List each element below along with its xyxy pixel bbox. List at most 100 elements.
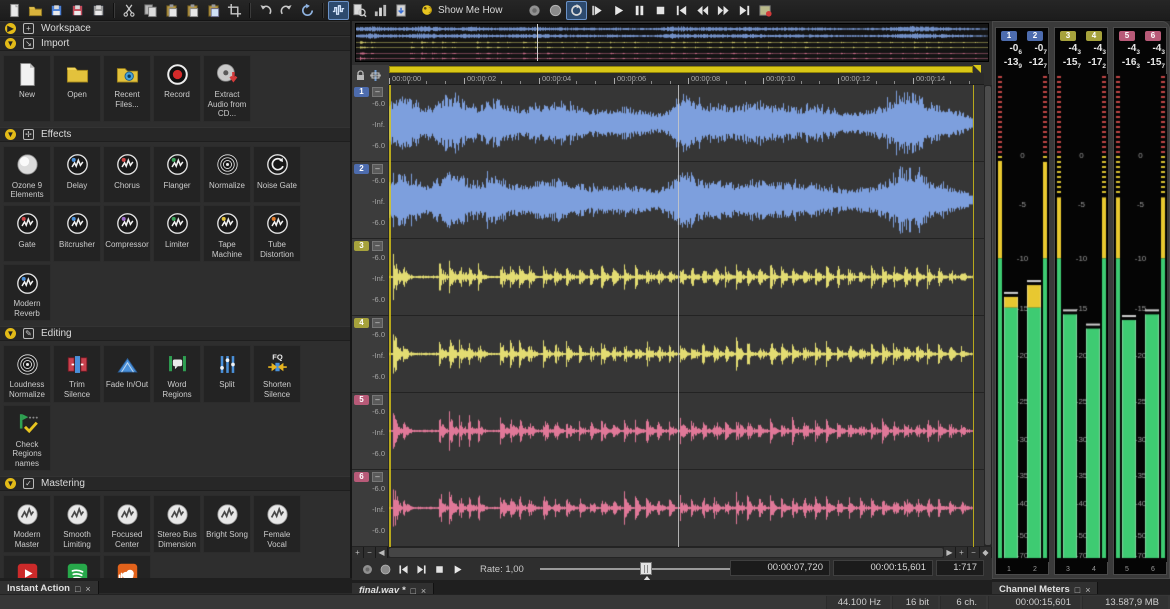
stop-icon[interactable] xyxy=(650,1,671,20)
record-icon[interactable] xyxy=(545,1,566,20)
waveform-canvas[interactable] xyxy=(389,316,984,392)
action-tile-delay[interactable]: Delay xyxy=(53,146,101,203)
rms-value[interactable]: -157 xyxy=(1056,57,1081,70)
rms-value[interactable]: -163 xyxy=(1115,57,1140,70)
redo-icon[interactable] xyxy=(276,1,297,20)
peak-value[interactable]: -06 xyxy=(997,43,1022,56)
show-me-how-button[interactable]: Show Me How xyxy=(412,1,510,20)
rewind-icon[interactable] xyxy=(692,1,713,20)
action-tile-open[interactable]: Open xyxy=(53,55,101,122)
selection-end-marker[interactable] xyxy=(973,65,981,73)
channel-row-4[interactable]: 4–-6.0-Inf.-6.0 xyxy=(352,316,984,393)
zoom-ratio-display[interactable]: 1:717 xyxy=(936,560,984,576)
section-header-editing[interactable]: ▼✎Editing xyxy=(0,326,350,341)
rms-value[interactable]: -172 xyxy=(1081,57,1106,70)
peak-value[interactable]: -43 xyxy=(1081,43,1106,56)
play-from-cursor-icon[interactable] xyxy=(587,1,608,20)
action-tile-chorus[interactable]: Chorus xyxy=(103,146,151,203)
stop-icon[interactable] xyxy=(430,561,448,577)
section-header-effects[interactable]: ▼✢Effects xyxy=(0,127,350,142)
action-tile-record[interactable]: Record xyxy=(153,55,201,122)
action-tile-check-regions-names[interactable]: Check Regions names xyxy=(3,405,51,472)
peak-value[interactable]: -43 xyxy=(1115,43,1140,56)
action-tile-spotify[interactable]: Spotify xyxy=(53,555,101,579)
vertical-scrollbar[interactable] xyxy=(984,85,992,547)
action-tile-bright-song[interactable]: Bright Song xyxy=(203,495,251,552)
zoom-tool-icon[interactable] xyxy=(349,1,370,20)
file-overview-strip[interactable] xyxy=(355,23,989,62)
waveform-canvas[interactable] xyxy=(389,470,984,546)
channel-badge[interactable]: 1 xyxy=(354,87,369,97)
cursor-position-display[interactable]: 00:00:07,720 xyxy=(730,560,830,576)
record-options-icon[interactable] xyxy=(755,1,776,20)
statistics-tool-icon[interactable] xyxy=(370,1,391,20)
rms-value[interactable]: -139 xyxy=(997,57,1022,70)
zoom-out-time-button[interactable]: − xyxy=(968,547,980,558)
save-all-icon[interactable] xyxy=(88,1,109,20)
zoom-out-button[interactable]: − xyxy=(364,547,376,558)
go-to-start-icon[interactable] xyxy=(394,561,412,577)
action-tile-soundcloud[interactable]: SoundCloud xyxy=(103,555,151,579)
channel-minimize-button[interactable]: – xyxy=(372,241,383,251)
play-icon[interactable] xyxy=(448,561,466,577)
peak-value[interactable]: -43 xyxy=(1056,43,1081,56)
restore-icon[interactable]: □ xyxy=(75,584,80,594)
action-tile-word-regions[interactable]: Word Regions xyxy=(153,345,201,402)
horizontal-scrollbar[interactable]: + − ◀ ▶ + − ◆ xyxy=(352,547,992,558)
new-file-icon[interactable] xyxy=(4,1,25,20)
open-icon[interactable] xyxy=(25,1,46,20)
action-tile-gate[interactable]: Gate xyxy=(3,205,51,262)
action-tile-tape-machine[interactable]: Tape Machine xyxy=(203,205,251,262)
overview-cursor[interactable] xyxy=(537,24,538,61)
waveform-canvas[interactable] xyxy=(389,239,984,315)
rms-value[interactable]: -127 xyxy=(1022,57,1047,70)
action-tile-fade-in-out[interactable]: Fade In/Out xyxy=(103,345,151,402)
restore-icon[interactable]: □ xyxy=(1075,585,1080,595)
record-remote-icon[interactable] xyxy=(358,561,376,577)
snap-position-icon[interactable] xyxy=(369,69,382,82)
channel-badge[interactable]: 3 xyxy=(354,241,369,251)
close-icon[interactable]: × xyxy=(85,584,90,594)
play-icon[interactable] xyxy=(608,1,629,20)
repeat-icon[interactable] xyxy=(297,1,318,20)
channel-minimize-button[interactable]: – xyxy=(372,164,383,174)
time-ruler[interactable]: 00:00:0000:00:0200:00:0400:00:0600:00:08… xyxy=(389,73,984,85)
channel-row-1[interactable]: 1–-6.0-Inf.-6.0 xyxy=(352,85,984,162)
go-to-end-icon[interactable] xyxy=(734,1,755,20)
rate-slider-handle[interactable] xyxy=(640,562,652,575)
action-tile-extract-audio-from-cd[interactable]: Extract Audio from CD... xyxy=(203,55,251,122)
chevron-down-icon[interactable]: ▼ xyxy=(5,478,16,489)
channel-minimize-button[interactable]: – xyxy=(372,472,383,482)
waveform-canvas[interactable] xyxy=(389,393,984,469)
chevron-right-icon[interactable]: ▶ xyxy=(5,23,16,34)
action-tile-flanger[interactable]: Flanger xyxy=(153,146,201,203)
meter-channel-badge[interactable]: 1 xyxy=(1001,31,1017,41)
peak-value[interactable]: -07 xyxy=(1022,43,1047,56)
paste-special-icon[interactable] xyxy=(203,1,224,20)
action-tile-shorten-silence[interactable]: FQShorten Silence xyxy=(253,345,301,402)
close-icon[interactable]: × xyxy=(1085,585,1090,595)
save-as-icon[interactable] xyxy=(67,1,88,20)
chevron-down-icon[interactable]: ▼ xyxy=(5,38,16,49)
channel-row-6[interactable]: 6–-6.0-Inf.-6.0 xyxy=(352,470,984,547)
action-tile-new[interactable]: New xyxy=(3,55,51,122)
action-tile-trim-silence[interactable]: Trim Silence xyxy=(53,345,101,402)
pause-icon[interactable] xyxy=(629,1,650,20)
channel-minimize-button[interactable]: – xyxy=(372,395,383,405)
meter-channel-badge[interactable]: 5 xyxy=(1119,31,1135,41)
action-tile-recent-files[interactable]: Recent Files... xyxy=(103,55,151,122)
action-tile-smooth-limiting[interactable]: Smooth Limiting xyxy=(53,495,101,552)
chevron-down-icon[interactable]: ▼ xyxy=(5,328,16,339)
action-tile-noise-gate[interactable]: Noise Gate xyxy=(253,146,301,203)
undo-icon[interactable] xyxy=(255,1,276,20)
rms-value[interactable]: -157 xyxy=(1140,57,1165,70)
meter-channel-badge[interactable]: 4 xyxy=(1086,31,1102,41)
meter-channel-badge[interactable]: 2 xyxy=(1027,31,1043,41)
scroll-left-button[interactable]: ◀ xyxy=(376,547,388,558)
save-icon[interactable] xyxy=(46,1,67,20)
action-tile-tube-distortion[interactable]: Tube Distortion xyxy=(253,205,301,262)
channel-badge[interactable]: 5 xyxy=(354,395,369,405)
channel-row-2[interactable]: 2–-6.0-Inf.-6.0 xyxy=(352,162,984,239)
selection-length-display[interactable]: 00:00:15,601 xyxy=(833,560,933,576)
waveform-canvas[interactable] xyxy=(389,85,984,161)
